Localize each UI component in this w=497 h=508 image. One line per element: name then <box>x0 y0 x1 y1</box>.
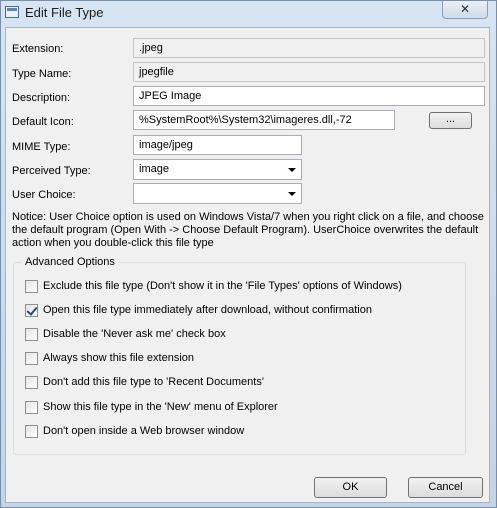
checkbox-box[interactable] <box>25 401 38 414</box>
mime-type-label: MIME Type: <box>12 141 71 153</box>
type-name-field: jpegfile <box>133 62 485 82</box>
advanced-options-title: Advanced Options <box>22 256 118 268</box>
description-label: Description: <box>12 92 71 104</box>
checkbox-box[interactable] <box>25 425 38 438</box>
user-choice-label: User Choice: <box>12 189 76 201</box>
checkbox-label: Exclude this file type (Don't show it in… <box>43 280 402 292</box>
checkbox-label: Open this file type immediately after do… <box>43 304 372 316</box>
chevron-down-icon <box>288 168 296 172</box>
user-choice-dropdown[interactable] <box>133 183 302 204</box>
title-bar[interactable]: Edit File Type ✕ <box>1 1 496 25</box>
checkbox-label: Disable the 'Never ask me' check box <box>43 328 226 340</box>
description-input[interactable]: JPEG Image <box>133 86 485 106</box>
checkbox-box[interactable] <box>25 376 38 389</box>
checkbox-box[interactable] <box>25 304 38 317</box>
cancel-button[interactable]: Cancel <box>408 477 483 498</box>
close-button[interactable]: ✕ <box>442 1 488 19</box>
user-choice-notice: Notice: User Choice option is used on Wi… <box>12 211 484 249</box>
extension-field: .jpeg <box>133 38 485 58</box>
checkbox-box[interactable] <box>25 328 38 341</box>
window-title: Edit File Type <box>25 5 104 20</box>
dialog-body: Extension: .jpeg Type Name: jpegfile Des… <box>5 27 490 503</box>
checkbox-label: Show this file type in the 'New' menu of… <box>43 401 278 413</box>
chevron-down-icon <box>288 192 296 196</box>
checkbox-box[interactable] <box>25 352 38 365</box>
mime-type-input[interactable]: image/jpeg <box>133 135 302 155</box>
advanced-options-group: Advanced Options Exclude this file type … <box>13 256 466 455</box>
perceived-type-value: image <box>139 163 169 175</box>
checkbox-label: Don't add this file type to 'Recent Docu… <box>43 376 264 388</box>
browse-icon-button[interactable]: ... <box>429 112 472 129</box>
checkbox-box[interactable] <box>25 280 38 293</box>
edit-file-type-window: Edit File Type ✕ Extension: .jpeg Type N… <box>0 0 497 508</box>
extension-label: Extension: <box>12 43 64 55</box>
perceived-type-label: Perceived Type: <box>12 165 91 177</box>
ok-button[interactable]: OK <box>314 477 387 498</box>
checkbox-label: Don't open inside a Web browser window <box>43 425 245 437</box>
checkbox-label: Always show this file extension <box>43 352 195 364</box>
default-icon-label: Default Icon: <box>12 116 74 128</box>
window-icon <box>5 6 19 18</box>
default-icon-input[interactable]: %SystemRoot%\System32\imageres.dll,-72 <box>133 110 395 130</box>
type-name-label: Type Name: <box>12 68 72 80</box>
perceived-type-dropdown[interactable]: image <box>133 159 302 180</box>
